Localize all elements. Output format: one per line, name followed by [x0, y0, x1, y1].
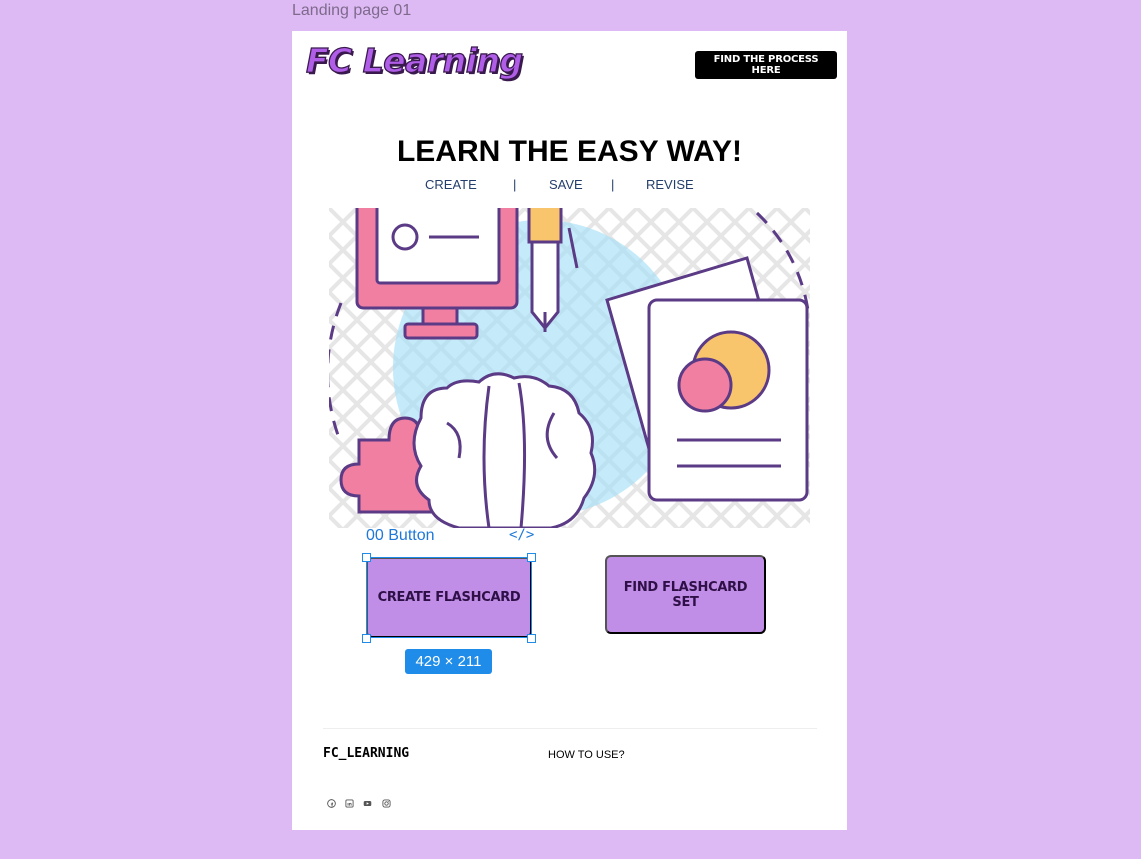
frame-label[interactable]: Landing page 01 [292, 2, 411, 20]
step-revise: REVISE [646, 177, 694, 192]
component-label[interactable]: 00 Button [366, 527, 435, 545]
create-flashcard-button[interactable]: CREATE FLASHCARD [366, 557, 532, 638]
linkedin-icon[interactable] [345, 799, 354, 808]
steps-row: CREATE | SAVE | REVISE [292, 177, 847, 195]
logo[interactable]: FC Learning [305, 40, 523, 80]
instagram-icon[interactable] [382, 799, 391, 808]
size-badge: 429 × 211 [405, 649, 492, 674]
resize-handle-bottom-right[interactable] [527, 634, 536, 643]
footer-brand[interactable]: FC_LEARNING [323, 746, 409, 761]
step-separator: | [611, 177, 615, 192]
find-flashcard-set-button[interactable]: FIND FLASHCARD SET [605, 555, 766, 634]
find-process-button[interactable]: FIND THE PROCESS HERE [695, 51, 837, 79]
resize-handle-bottom-left[interactable] [362, 634, 371, 643]
youtube-icon[interactable] [363, 799, 372, 808]
footer-divider [323, 728, 817, 729]
step-separator: | [513, 177, 517, 192]
code-icon[interactable]: </> [509, 527, 534, 543]
step-save: SAVE [549, 177, 583, 192]
facebook-icon[interactable] [327, 799, 336, 808]
how-to-use-link[interactable]: HOW TO USE? [548, 749, 625, 761]
landing-page-frame: FC Learning FIND THE PROCESS HERE LEARN … [292, 31, 847, 830]
step-create: CREATE [425, 177, 477, 192]
resize-handle-top-right[interactable] [527, 553, 536, 562]
hero-illustration [329, 208, 810, 528]
hero-title: LEARN THE EASY WAY! [396, 135, 743, 168]
resize-handle-top-left[interactable] [362, 553, 371, 562]
